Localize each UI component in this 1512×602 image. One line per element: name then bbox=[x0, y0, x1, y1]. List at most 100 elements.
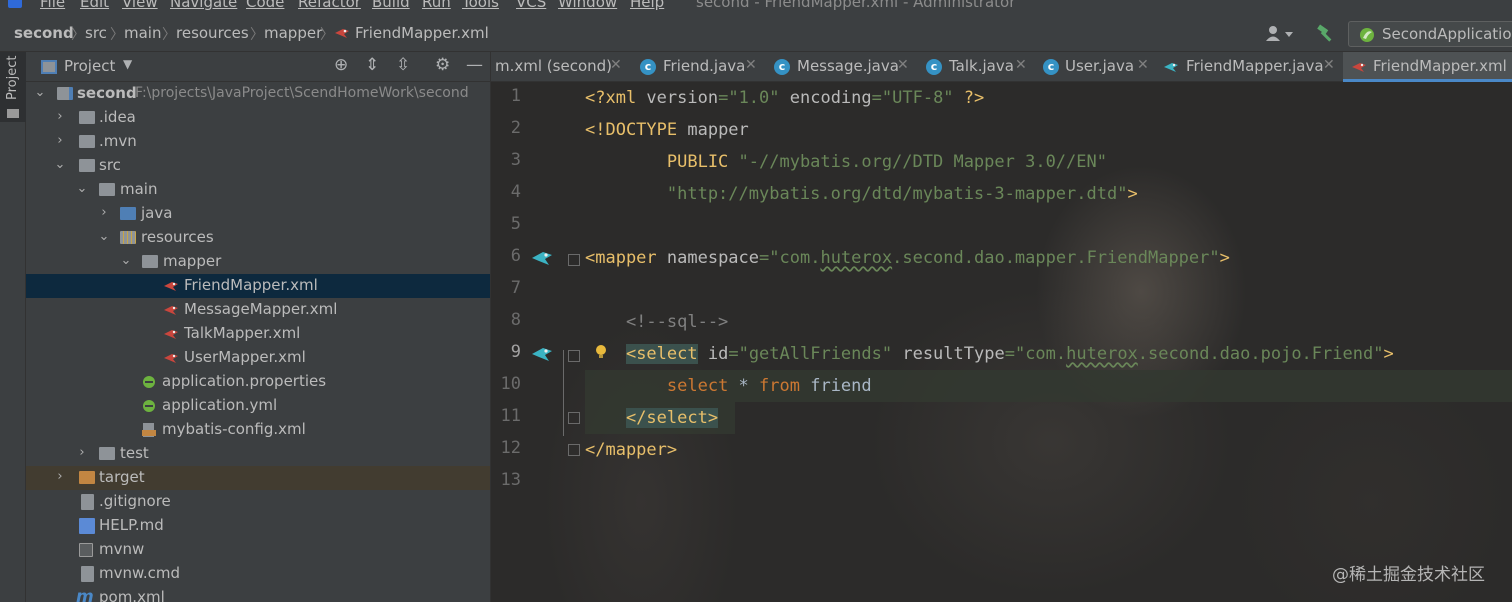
breadcrumb-main[interactable]: main bbox=[124, 24, 161, 42]
tree-item-path: F:\projects\JavaProject\ScendHomeWork\se… bbox=[135, 85, 469, 101]
tree-row-friendmapper-xml[interactable]: FriendMapper.xml bbox=[26, 274, 490, 298]
tree-row-help-md[interactable]: HELP.md bbox=[26, 514, 490, 538]
chevron-right-icon[interactable]: › bbox=[98, 205, 110, 220]
mybatis-bird-icon bbox=[164, 306, 178, 315]
locate-file-icon[interactable]: ⊕ bbox=[334, 55, 348, 75]
run-config-label: SecondApplication bbox=[1382, 25, 1512, 43]
tab-talk-java[interactable]: c Talk.java ✕ bbox=[917, 52, 1035, 82]
code-area[interactable]: <?xml version="1.0" encoding="UTF-8" ?> … bbox=[585, 82, 1512, 602]
mybatis-navigate-icon[interactable] bbox=[531, 346, 553, 362]
tree-row-test[interactable]: › test bbox=[26, 442, 490, 466]
tree-row-resources[interactable]: ⌄ resources bbox=[26, 226, 490, 250]
tree-row-target[interactable]: › target bbox=[26, 466, 490, 490]
tree-row-mvn[interactable]: › .mvn bbox=[26, 130, 490, 154]
hide-panel-icon[interactable]: — bbox=[466, 55, 483, 75]
project-view-icon bbox=[41, 60, 57, 74]
collapse-all-icon[interactable]: ⇳ bbox=[396, 55, 410, 75]
tree-row-application-yml[interactable]: application.yml bbox=[26, 394, 490, 418]
chevron-down-icon[interactable]: ⌄ bbox=[54, 157, 66, 172]
navigation-bar: second 〉 src 〉 main 〉 resources 〉 mapper… bbox=[0, 16, 1512, 52]
tab-message-java[interactable]: c Message.java ✕ bbox=[765, 52, 917, 82]
tree-row-mvnw-cmd[interactable]: mvnw.cmd bbox=[26, 562, 490, 586]
fold-toggle[interactable] bbox=[568, 350, 580, 362]
chevron-right-icon[interactable]: › bbox=[54, 469, 66, 484]
menu-view[interactable]: View bbox=[122, 0, 158, 11]
code-line-9: <select id="getAllFriends" resultType="c… bbox=[625, 344, 1394, 364]
tree-row-application-properties[interactable]: application.properties bbox=[26, 370, 490, 394]
chevron-right-icon[interactable]: › bbox=[54, 133, 66, 148]
file-icon bbox=[81, 566, 94, 582]
tree-row-usermapper-xml[interactable]: UserMapper.xml bbox=[26, 346, 490, 370]
build-hammer-icon[interactable] bbox=[1316, 24, 1336, 44]
chevron-right-icon[interactable]: › bbox=[54, 109, 66, 124]
mybatis-bird-icon bbox=[164, 282, 178, 291]
chevron-down-icon[interactable]: ▼ bbox=[123, 57, 132, 71]
tab-pom-xml[interactable]: m.xml (second) ✕ bbox=[491, 52, 631, 82]
line-number: 6 bbox=[510, 246, 521, 266]
tree-row-main[interactable]: ⌄ main bbox=[26, 178, 490, 202]
menu-file[interactable]: File bbox=[40, 0, 65, 11]
menu-refactor[interactable]: Refactor bbox=[298, 0, 361, 11]
tab-user-java[interactable]: c User.java ✕ bbox=[1035, 52, 1157, 82]
expand-all-icon[interactable]: ⇕ bbox=[365, 55, 379, 75]
breadcrumb-separator-icon: 〉 bbox=[71, 27, 85, 43]
project-panel-title[interactable]: Project bbox=[64, 57, 115, 75]
tree-row-src[interactable]: ⌄ src bbox=[26, 154, 490, 178]
tree-row-pom-xml[interactable]: m pom.xml bbox=[26, 586, 490, 602]
menu-navigate[interactable]: Navigate bbox=[170, 0, 237, 11]
breadcrumb-mapper[interactable]: mapper bbox=[264, 24, 322, 42]
gear-icon[interactable]: ⚙ bbox=[435, 55, 450, 75]
chevron-down-icon[interactable]: ⌄ bbox=[76, 181, 88, 196]
tree-row-gitignore[interactable]: .gitignore bbox=[26, 490, 490, 514]
tree-row-idea[interactable]: › .idea bbox=[26, 106, 490, 130]
tree-row-talkmapper-xml[interactable]: TalkMapper.xml bbox=[26, 322, 490, 346]
menu-run[interactable]: Run bbox=[422, 0, 451, 11]
mybatis-navigate-icon[interactable] bbox=[531, 250, 553, 266]
fold-toggle[interactable] bbox=[568, 412, 580, 424]
mybatis-bird-icon bbox=[164, 354, 178, 363]
spring-boot-icon bbox=[1360, 28, 1374, 42]
menu-vcs[interactable]: VCS bbox=[516, 0, 546, 11]
menu-help[interactable]: Help bbox=[630, 0, 664, 11]
close-icon[interactable]: ✕ bbox=[897, 57, 909, 73]
fold-guide bbox=[563, 350, 564, 436]
tree-row-mybatis-config-xml[interactable]: mybatis-config.xml bbox=[26, 418, 490, 442]
tree-item-label: .mvn bbox=[99, 132, 137, 150]
tree-row-root[interactable]: ⌄ second F:\projects\JavaProject\ScendHo… bbox=[26, 82, 490, 106]
tree-item-label: MessageMapper.xml bbox=[184, 300, 338, 318]
breadcrumb-resources[interactable]: resources bbox=[176, 24, 249, 42]
tree-row-mapper[interactable]: ⌄ mapper bbox=[26, 250, 490, 274]
folder-icon bbox=[99, 447, 115, 460]
chevron-down-icon[interactable]: ⌄ bbox=[98, 229, 110, 244]
close-icon[interactable]: ✕ bbox=[1015, 57, 1027, 73]
tab-friendmapper-xml[interactable]: FriendMapper.xml bbox=[1343, 52, 1512, 82]
menu-window[interactable]: Window bbox=[558, 0, 617, 11]
menu-code[interactable]: Code bbox=[246, 0, 284, 11]
project-tool-tab[interactable]: Project bbox=[0, 52, 26, 122]
chevron-down-icon[interactable]: ⌄ bbox=[120, 253, 132, 268]
fold-toggle[interactable] bbox=[568, 254, 580, 266]
tree-row-messagemapper-xml[interactable]: MessageMapper.xml bbox=[26, 298, 490, 322]
close-icon[interactable]: ✕ bbox=[745, 57, 757, 73]
tree-row-mvnw[interactable]: mvnw bbox=[26, 538, 490, 562]
close-icon[interactable]: ✕ bbox=[1137, 57, 1149, 73]
account-icon[interactable] bbox=[1265, 25, 1295, 43]
close-icon[interactable]: ✕ bbox=[1323, 57, 1335, 73]
tab-friendmapper-java[interactable]: FriendMapper.java ✕ bbox=[1157, 52, 1343, 82]
folder-icon bbox=[79, 111, 95, 124]
chevron-right-icon[interactable]: › bbox=[76, 445, 88, 460]
close-icon[interactable]: ✕ bbox=[610, 57, 622, 73]
menu-tools[interactable]: Tools bbox=[462, 0, 499, 11]
run-configuration-selector[interactable]: SecondApplication bbox=[1348, 21, 1512, 47]
chevron-down-icon[interactable]: ⌄ bbox=[34, 85, 46, 100]
breadcrumb-src[interactable]: src bbox=[85, 24, 107, 42]
tree-row-java[interactable]: › java bbox=[26, 202, 490, 226]
tab-friend-java[interactable]: c Friend.java ✕ bbox=[631, 52, 765, 82]
code-line-8: <!--sql--> bbox=[585, 312, 729, 332]
line-number: 12 bbox=[500, 438, 521, 458]
menu-build[interactable]: Build bbox=[372, 0, 410, 11]
breadcrumb-file[interactable]: FriendMapper.xml bbox=[355, 24, 489, 42]
fold-toggle[interactable] bbox=[568, 444, 580, 456]
breadcrumb-project[interactable]: second bbox=[14, 24, 74, 42]
menu-edit[interactable]: Edit bbox=[80, 0, 109, 11]
